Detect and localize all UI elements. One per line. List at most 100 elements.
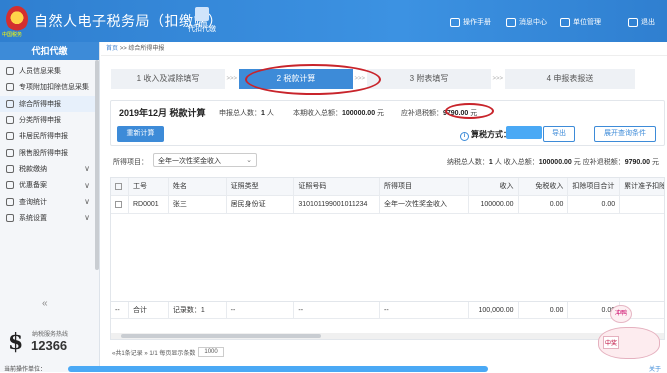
message-label: 消息中心 — [519, 19, 547, 26]
income-label: 本期收入总额： — [293, 110, 342, 117]
step-submit[interactable]: 4 申报表报送 — [505, 69, 635, 89]
hotline-label: 纳税服务热线 — [32, 332, 69, 338]
recalculate-button[interactable]: 重新计算 — [117, 126, 164, 142]
table-cell — [620, 196, 664, 213]
column-header[interactable]: 免税收入 — [519, 178, 569, 195]
sidebar-item-nonresident-income[interactable]: 非居民所得申报 — [0, 128, 99, 144]
manual-label: 操作手册 — [463, 19, 491, 26]
filter-refund-label: 应补退税额： — [582, 159, 625, 166]
mascot-body: 中奖 — [598, 327, 660, 359]
hotline-number: 12366 — [31, 338, 68, 353]
step-income-deduction[interactable]: 1 收入及减除填写 >>> — [111, 69, 237, 89]
unit-management-button[interactable]: 单位管理 — [560, 17, 601, 27]
sidebar-collapse-button[interactable]: « — [42, 298, 48, 309]
filter-row: 所得项目： 全年一次性奖金收入 ⌄ 纳税总人数：1 人 收入总额：100000.0… — [110, 153, 665, 169]
income-item-select[interactable]: 全年一次性奖金收入 ⌄ — [153, 153, 257, 167]
status-bar: 当前操作单位： 关于 — [0, 364, 667, 373]
withholding-function-label: 代扣代缴 — [188, 26, 216, 33]
income-item-label: 所得项目： — [113, 159, 148, 166]
sidebar-menu: 人员信息采集 专项附加扣除信息采集 综合所得申报 分类所得申报 非居民所得申报 … — [0, 60, 99, 226]
table-horizontal-scrollbar[interactable] — [111, 333, 664, 339]
step-separator-icon: >>> — [226, 76, 237, 82]
sidebar-item-tax-payment[interactable]: 税款缴纳 ∨ — [0, 161, 99, 177]
step-attachment[interactable]: 3 附表填写 >>> — [367, 69, 503, 89]
column-header[interactable]: 所得项目 — [380, 178, 469, 195]
page-size-input[interactable]: 1000 — [198, 347, 224, 357]
sidebar-item-restricted-stock[interactable]: 限售股所得申报 — [0, 144, 99, 160]
sidebar-item-label: 分类所得申报 — [19, 117, 61, 125]
table-cell: 0.00 — [519, 196, 569, 213]
export-button[interactable]: 导出 — [543, 126, 575, 142]
table-header-row: 工号 姓名 证照类型 证照号码 所得项目 收入 免税收入 扣除项目合计 累计准予… — [111, 178, 664, 196]
tax-table: 工号 姓名 证照类型 证照号码 所得项目 收入 免税收入 扣除项目合计 累计准予… — [110, 177, 665, 340]
expand-query-button[interactable]: 展开查询条件 — [594, 126, 656, 142]
withholding-function-button[interactable]: 代扣代缴 — [187, 7, 217, 34]
filter-refund-unit: 元 — [652, 159, 659, 166]
sidebar-item-comprehensive-income[interactable]: 综合所得申报 — [0, 95, 99, 112]
filter-income: 100000.00 — [538, 159, 572, 166]
filter-income-label: 收入总额： — [503, 159, 539, 166]
column-header[interactable]: 扣除项目合计 — [568, 178, 621, 195]
filter-people-unit: 人 — [494, 159, 502, 166]
sidebar-item-label: 限售股所得申报 — [19, 149, 68, 157]
message-icon — [506, 17, 516, 27]
manual-button[interactable]: 操作手册 — [450, 17, 491, 27]
search-stats-icon — [6, 197, 14, 206]
breadcrumb-home[interactable]: 首页 — [106, 46, 118, 52]
calc-method: i 算税方式： — [460, 129, 511, 141]
sidebar-item-classified-income[interactable]: 分类所得申报 — [0, 112, 99, 128]
globe-person-icon — [6, 132, 14, 141]
column-header[interactable]: 姓名 — [169, 178, 227, 195]
chevron-down-icon: ⌄ — [246, 157, 252, 164]
table-row[interactable]: RD0001 张三 居民身份证 310101199001011234 全年一次性… — [111, 196, 664, 214]
mascot-image: 冲鸭 中奖 — [594, 305, 664, 363]
sidebar-item-system-settings[interactable]: 系统设置 ∨ — [0, 210, 99, 226]
column-header[interactable]: 累计准予扣除 — [620, 178, 664, 195]
exit-button[interactable]: 退出 — [628, 17, 655, 27]
mascot-top: 冲鸭 — [610, 305, 632, 323]
people-value: 1 — [261, 110, 265, 117]
column-header[interactable]: 证照类型 — [227, 178, 295, 195]
sidebar-item-label: 非居民所得申报 — [19, 133, 68, 141]
sidebar-item-special-deduction[interactable]: 专项附加扣除信息采集 — [0, 79, 99, 95]
table-total-row: -- 合计 记录数：1 -- -- -- 100,000.00 0.00 0.0… — [111, 301, 664, 319]
column-header[interactable]: 工号 — [129, 178, 169, 195]
layers-icon — [6, 99, 14, 108]
chevron-down-icon: ∨ — [84, 197, 90, 207]
hotline-logo-icon: $ — [8, 329, 24, 355]
table-cell: 0.00 — [568, 196, 621, 213]
table-cell: 张三 — [169, 196, 227, 213]
sidebar-item-label: 综合所得申报 — [19, 100, 61, 108]
sidebar-item-personnel[interactable]: 人员信息采集 — [0, 63, 99, 79]
table-cell: 居民身份证 — [227, 196, 295, 213]
sidebar-item-query-stats[interactable]: 查询统计 ∨ — [0, 193, 99, 209]
tax-summary-panel: 2019年12月 税款计算 申报总人数：1 人 本期收入总额：100000.00… — [110, 100, 665, 146]
filter-people-label: 纳税总人数： — [446, 159, 489, 166]
sidebar-header: 代扣代缴 — [0, 42, 99, 60]
table-cell: 100000.00 — [469, 196, 519, 213]
tax-emblem-icon — [6, 6, 28, 32]
select-all-cell[interactable] — [111, 178, 129, 195]
main-content: 首页 >> 综合所得申报 1 收入及减除填写 >>> 2 税款计算 >>> 3 附表… — [101, 42, 667, 372]
emblem-text: 中国税务 — [2, 32, 23, 38]
highlight-oval-refund — [445, 103, 494, 119]
row-select-cell[interactable] — [111, 196, 129, 213]
table-cell: 全年一次性奖金收入 — [380, 196, 469, 213]
calc-method-value-masked[interactable] — [506, 126, 542, 139]
message-center-button[interactable]: 消息中心 — [506, 17, 547, 27]
step-label: 4 申报表报送 — [546, 74, 594, 83]
sidebar-item-preferential-filing[interactable]: 优惠备案 ∨ — [0, 177, 99, 193]
sidebar-item-label: 专项附加扣除信息采集 — [19, 84, 89, 92]
column-header[interactable]: 证照号码 — [294, 178, 381, 195]
sidebar-scrollbar[interactable] — [95, 60, 99, 270]
sidebar-item-label: 查询统计 — [19, 198, 47, 206]
filter-people: 1 — [488, 159, 493, 166]
income-item-selected: 全年一次性奖金收入 — [158, 158, 221, 165]
table-cell: 310101199001011234 — [294, 196, 381, 213]
total-cell: -- — [227, 302, 295, 318]
pagination: «共1条记录 » 1/1 每页显示条数 1000 — [112, 347, 224, 357]
mascot-bottom: 中奖 — [603, 336, 620, 349]
scroll-thumb[interactable] — [121, 334, 321, 338]
column-header[interactable]: 收入 — [469, 178, 519, 195]
total-cell: 合计 — [129, 302, 169, 318]
